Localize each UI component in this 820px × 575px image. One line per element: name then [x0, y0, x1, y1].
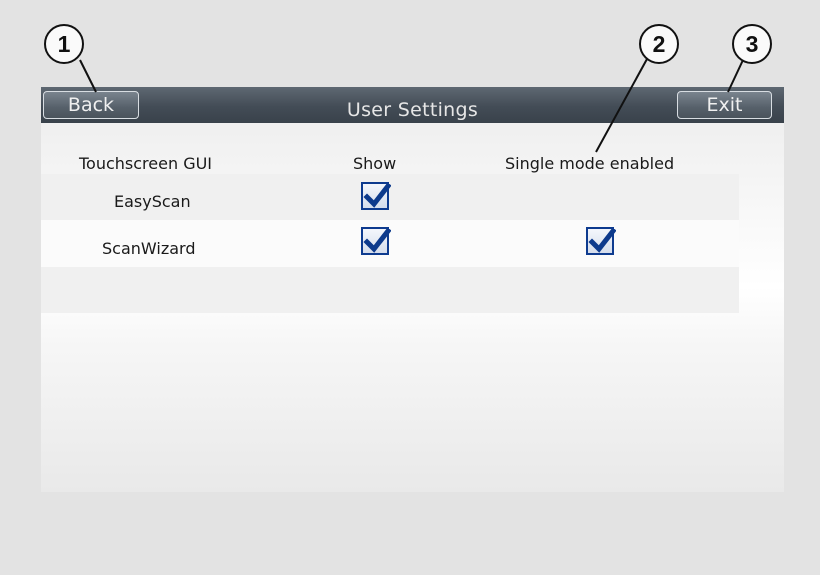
- callout-marker-1: 1: [44, 24, 84, 64]
- leader-line-2: [595, 58, 648, 153]
- callout-marker-2: 2: [639, 24, 679, 64]
- callout-leader-lines: [79, 58, 744, 153]
- leader-line-3: [727, 59, 744, 93]
- leader-line-1: [79, 59, 97, 93]
- callout-marker-3: 3: [732, 24, 772, 64]
